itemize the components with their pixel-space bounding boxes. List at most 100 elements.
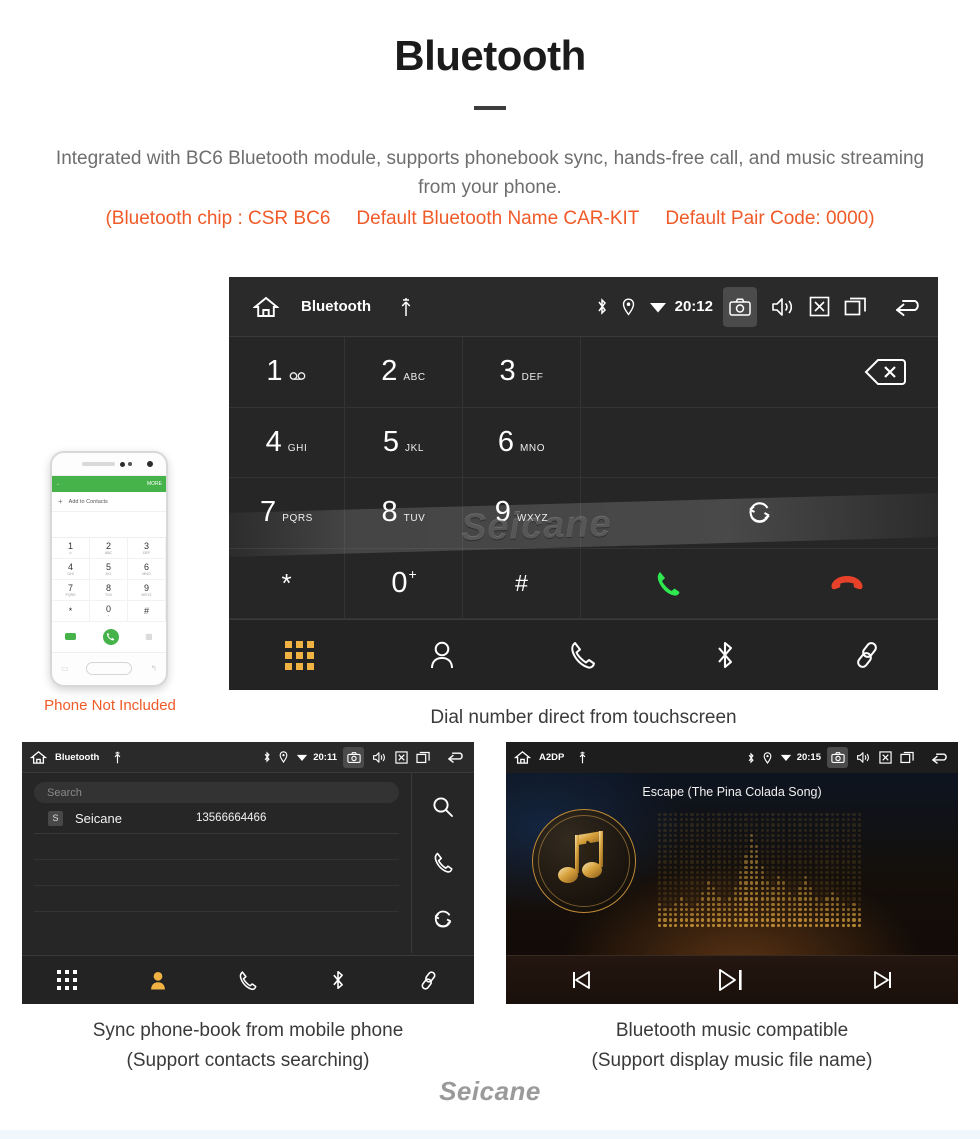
phone-key-0-num: 0 [105,603,111,614]
mute-x-icon[interactable] [879,751,892,764]
search-icon[interactable] [432,796,454,818]
phone-bottom-bezel: ▭ ↰ [52,653,166,683]
phone-key-star[interactable]: * [52,601,90,622]
key-2[interactable]: 2 ABC [345,337,463,408]
back-arrow-icon[interactable] [447,750,466,764]
phone-key-9[interactable]: 9 WXYZ [128,580,166,601]
a2dp-body: Escape (The Pina Colada Song) [506,773,958,955]
music-note-bluetooth-icon [556,829,614,893]
phone-home-button[interactable] [86,661,133,675]
phone-videocall-icon[interactable] [65,633,77,640]
bluetooth-icon [263,751,271,763]
mute-x-icon[interactable] [809,296,830,317]
phonebook-title: Bluetooth [55,751,100,763]
bottom-accent-strip [0,1130,980,1139]
brand-logo: Seicane [439,1076,541,1106]
nav-dialpad[interactable] [22,970,112,990]
phonebook-navbar [22,955,474,1004]
phone-key-7[interactable]: 7 PQRS [52,580,90,601]
phone-sensor2-icon [128,462,132,466]
nav-calllog[interactable] [513,640,655,670]
phone-key-hash[interactable]: # [128,601,166,622]
key-9[interactable]: 9 WXYZ [463,478,581,549]
back-arrow-icon[interactable] [931,751,950,765]
nav-contacts[interactable] [112,970,202,991]
contacts-empty-row [34,886,399,912]
phone-key-2-sub: ABC [104,550,113,555]
phone-key-2[interactable]: 2 ABC [90,538,128,559]
camera-icon[interactable] [723,286,757,327]
a2dp-statusbar: A2DP 20:15 [506,742,958,773]
nav-link[interactable] [796,640,938,670]
volume-icon[interactable] [771,296,795,318]
key-7-number: 7 [260,496,277,529]
phone-add-contact-row[interactable]: + Add to Contacts [52,492,166,512]
phone-top-bezel [52,453,166,475]
play-pause-button[interactable] [657,967,808,993]
prev-button[interactable] [506,969,657,991]
phone-more-button[interactable]: MORE [147,481,162,487]
recents-icon[interactable] [416,751,431,764]
handset-icon[interactable] [433,851,454,874]
volume-icon[interactable] [372,751,387,764]
dialer-call-row [581,549,938,619]
mute-x-icon[interactable] [395,750,408,764]
key-3-number: 3 [499,355,516,388]
key-star[interactable]: * [229,548,345,619]
a2dp-caption-line1: Bluetooth music compatible [615,1020,849,1041]
key-0[interactable]: 0 + [345,548,463,619]
phone-key-6-num: 6 [143,561,149,572]
phone-key-8[interactable]: 8 TUV [90,580,128,601]
key-4[interactable]: 4 GHI [229,407,345,478]
dialpad-icon [57,970,78,990]
phone-key-0[interactable]: 0 + [90,601,128,622]
dialpad-grid: 1 2 ABC 3 DEF 4 GHI 5 JKL 6 MNO 7 PQRS 8 TUV 9W… [229,337,938,619]
next-button[interactable] [807,969,958,991]
key-1[interactable]: 1 [229,337,345,408]
phone-key-5[interactable]: 5 JKL [90,559,128,580]
call-green-icon[interactable] [655,569,681,597]
key-hash[interactable]: # [463,548,581,619]
nav-bluetooth[interactable] [293,969,383,991]
phone-back-icon[interactable]: ← [56,481,61,487]
nav-contacts[interactable] [371,640,513,670]
back-arrow-icon[interactable] [894,296,924,318]
nav-dialpad[interactable] [229,640,371,670]
hangup-red-icon[interactable] [830,572,864,594]
dialer-caption: Dial number direct from touchscreen [430,707,737,728]
link-icon [852,640,882,670]
key-5[interactable]: 5 JKL [345,407,463,478]
phone-keypad-hide-icon[interactable]: ▦ [145,632,153,641]
home-icon[interactable] [514,750,531,765]
call-transfer-button[interactable] [581,478,938,549]
phone-key-1[interactable]: 1 ∞ [52,538,90,559]
camera-icon[interactable] [827,747,848,768]
phone-key-4-sub: GHI [67,571,74,576]
key-6[interactable]: 6 MNO [463,407,581,478]
nav-bluetooth[interactable] [654,639,796,671]
key-7[interactable]: 7 PQRS [229,478,345,549]
phone-key-0-sub: + [107,613,110,618]
phone-key-4[interactable]: 4 GHI [52,559,90,580]
key-8[interactable]: 8 TUV [345,478,463,549]
backspace-button[interactable] [581,337,938,408]
camera-icon[interactable] [343,746,364,768]
phone-menu-softkey[interactable]: ▭ [61,664,69,673]
volume-icon[interactable] [856,751,871,764]
home-icon[interactable] [243,295,289,319]
home-icon[interactable] [30,750,47,765]
sync-icon[interactable] [432,908,454,930]
recents-icon[interactable] [844,296,868,317]
search-input[interactable]: Search [34,782,399,803]
key-1-number: 1 [266,355,283,388]
page-description: Integrated with BC6 Bluetooth module, su… [55,148,925,198]
phone-key-3[interactable]: 3 DEF [128,538,166,559]
nav-calllog[interactable] [203,970,293,991]
phone-back-softkey[interactable]: ↰ [150,664,157,673]
nav-link[interactable] [384,970,474,991]
recents-icon[interactable] [900,751,915,764]
phone-key-6[interactable]: 6 MNO [128,559,166,580]
key-3[interactable]: 3 DEF [463,337,581,408]
table-row[interactable]: S Seicane 13566664466 [34,803,399,834]
phone-call-button[interactable] [102,628,119,645]
